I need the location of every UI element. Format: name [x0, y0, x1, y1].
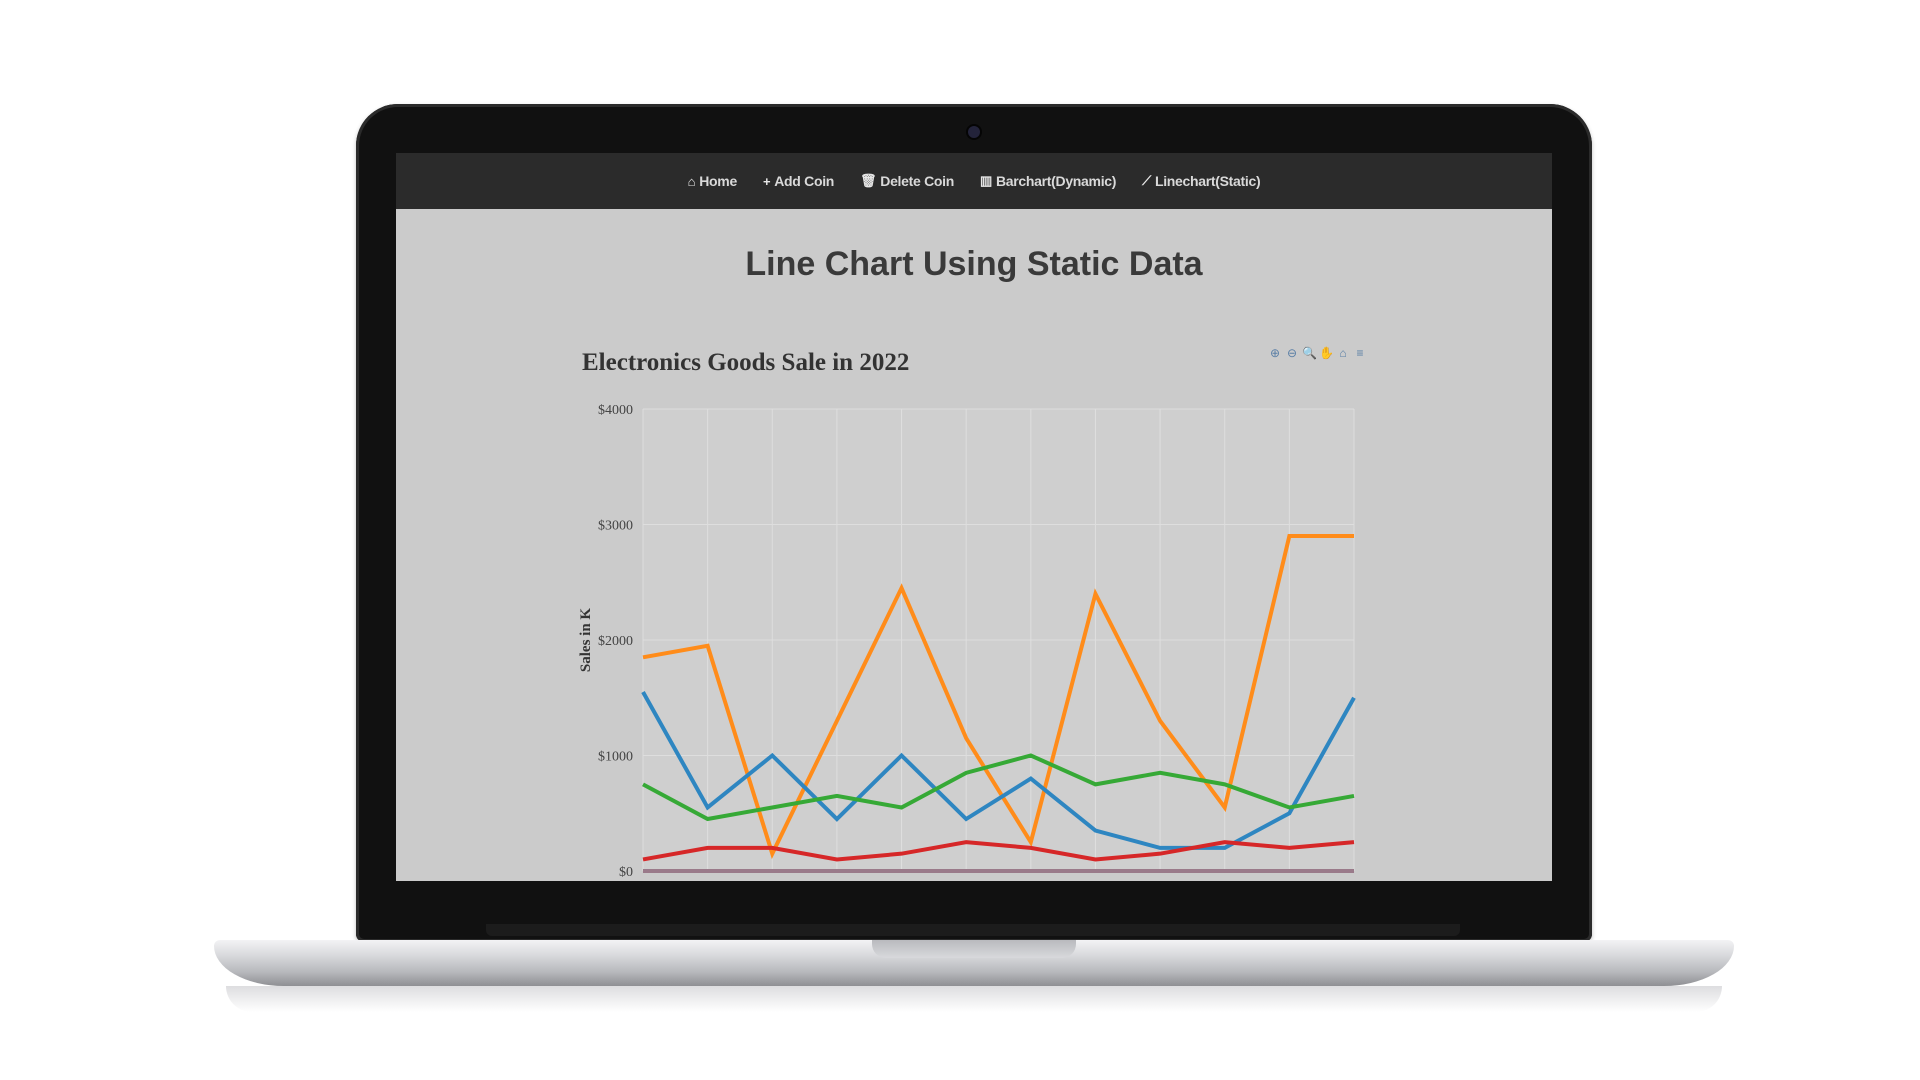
laptop-hinge: [486, 924, 1460, 936]
pan-hand-icon[interactable]: ✋: [1319, 346, 1334, 360]
selection-zoom-icon[interactable]: 🔍: [1302, 346, 1317, 360]
y-tick-label: $4000: [598, 403, 633, 418]
y-tick-label: $2000: [598, 634, 633, 649]
laptop-reflection: [226, 986, 1722, 1012]
zoom-in-icon[interactable]: ⊕: [1268, 346, 1282, 360]
webcam: [968, 126, 980, 138]
zoom-out-icon[interactable]: ⊖: [1285, 346, 1299, 360]
menu-icon[interactable]: ≡: [1353, 346, 1367, 360]
y-tick-label: $3000: [598, 519, 633, 534]
laptop-screen: ⌂ Home + Add Coin 🗑 Delete Coin ▥ Barcha…: [396, 153, 1552, 881]
reset-home-icon[interactable]: ⌂: [1336, 346, 1350, 360]
line-chart: $0 $1000 $2000 $3000 $4000 Sales in K: [578, 403, 1356, 880]
y-tick-label: $1000: [598, 750, 633, 765]
y-tick-label: $0: [619, 865, 633, 880]
laptop-opening-notch: [872, 940, 1076, 958]
y-axis-title: Sales in K: [578, 608, 594, 673]
chart-title: Electronics Goods Sale in 2022: [582, 349, 910, 376]
chart-toolbar: ⊕ ⊖ 🔍 ✋ ⌂ ≡: [1268, 346, 1367, 360]
